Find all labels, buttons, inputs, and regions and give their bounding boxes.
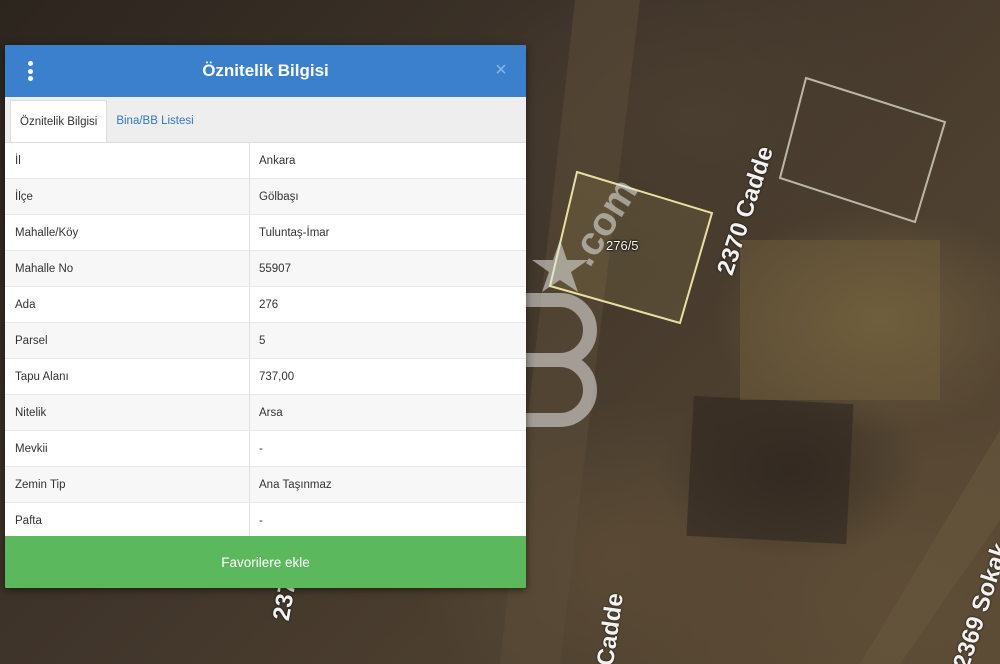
table-row: Mahalle/Köy Tuluntaş-İmar <box>5 215 526 251</box>
row-value: Ankara <box>259 155 296 167</box>
plot-outline <box>778 76 947 224</box>
row-key: Mahalle No <box>5 251 250 286</box>
row-key: Tapu Alanı <box>5 359 250 394</box>
row-value: Gölbaşı <box>259 191 299 203</box>
row-value: Ana Taşınmaz <box>259 479 332 491</box>
row-key: Zemin Tip <box>5 467 250 502</box>
table-row: Nitelik Arsa <box>5 395 526 431</box>
row-value: Tuluntaş-İmar <box>259 227 330 239</box>
table-row: Mahalle No 55907 <box>5 251 526 287</box>
row-key: Parsel <box>5 323 250 358</box>
row-value: 276 <box>259 299 279 311</box>
panel-title: Öznitelik Bilgisi <box>202 61 329 80</box>
attribute-panel: Öznitelik Bilgisi × Öznitelik Bilgisi Bi… <box>5 45 526 588</box>
table-row: İlçe Gölbaşı <box>5 179 526 215</box>
row-key: Pafta <box>5 503 250 538</box>
row-key: Ada <box>5 287 250 322</box>
row-value: 55907 <box>259 263 291 275</box>
parcel-label: 276/5 <box>606 238 639 253</box>
table-row: İl Ankara <box>5 143 526 179</box>
tab-bina-bb-listesi[interactable]: Bina/BB Listesi <box>107 100 202 142</box>
row-value: - <box>259 515 263 527</box>
row-key: Mahalle/Köy <box>5 215 250 250</box>
row-key: İl <box>5 143 250 178</box>
attribute-table: İl Ankara İlçe Gölbaşı Mahalle/Köy Tulun… <box>5 143 526 539</box>
row-value: - <box>259 443 263 455</box>
add-favorite-button[interactable]: Favorilere ekle <box>5 536 526 588</box>
vertical-dots-icon[interactable] <box>25 59 35 83</box>
row-key: Nitelik <box>5 395 250 430</box>
row-key: Mevkii <box>5 431 250 466</box>
row-value: 5 <box>259 335 266 347</box>
tab-oznitelik-bilgisi[interactable]: Öznitelik Bilgisi <box>10 100 108 142</box>
row-value: Arsa <box>259 407 283 419</box>
tab-bar: Öznitelik Bilgisi Bina/BB Listesi <box>5 97 526 143</box>
table-row: Tapu Alanı 737,00 <box>5 359 526 395</box>
close-icon[interactable]: × <box>490 59 512 81</box>
table-row: Zemin Tip Ana Taşınmaz <box>5 467 526 503</box>
field-patch <box>686 395 854 545</box>
table-row: Ada 276 <box>5 287 526 323</box>
table-row: Mevkii - <box>5 431 526 467</box>
table-row: Parsel 5 <box>5 323 526 359</box>
row-value: 737,00 <box>259 371 295 383</box>
field-patch <box>740 240 940 400</box>
row-key: İlçe <box>5 179 250 214</box>
panel-header: Öznitelik Bilgisi × <box>5 45 526 97</box>
table-row: Pafta - <box>5 503 526 539</box>
